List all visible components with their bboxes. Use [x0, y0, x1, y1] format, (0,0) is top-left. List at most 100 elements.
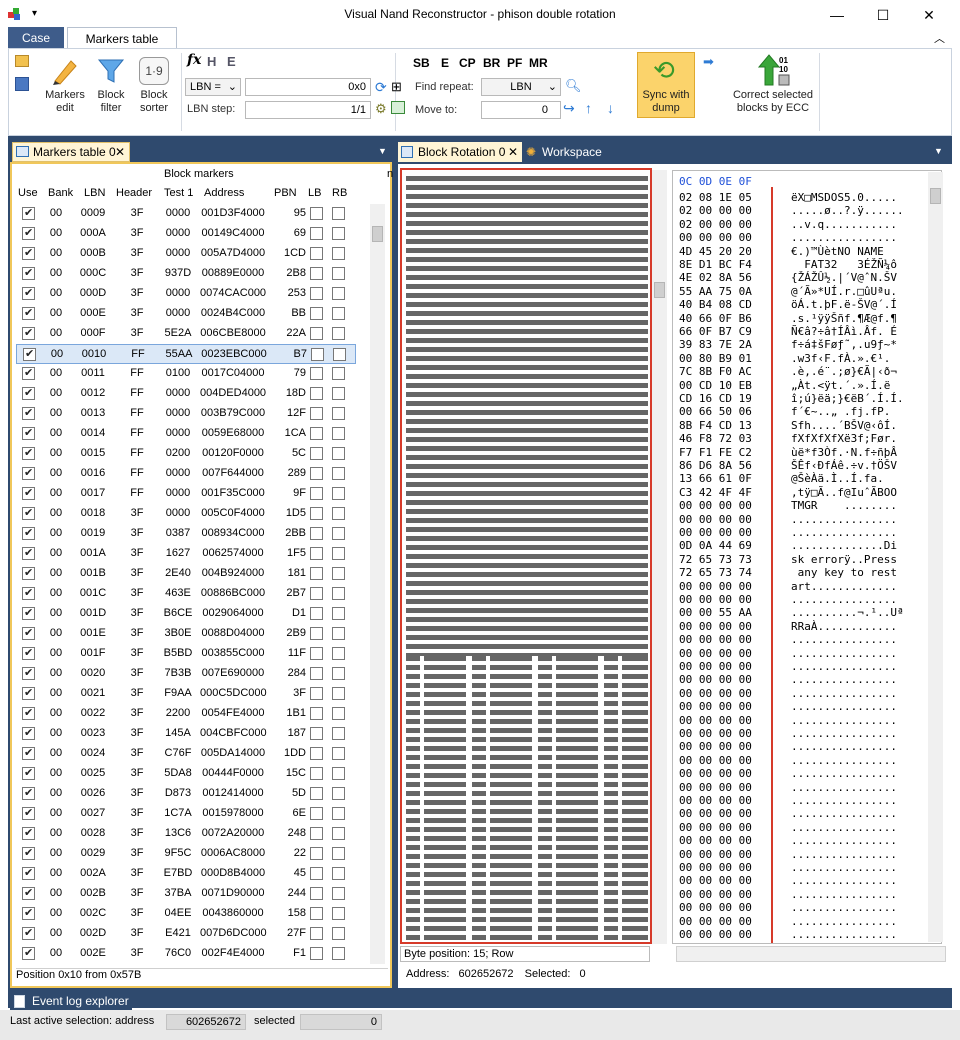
use-checkbox[interactable] [22, 686, 35, 700]
table-row[interactable]: 00 0023 3F 145A004CBFC000187 [16, 724, 356, 744]
hex-ascii[interactable]: sk errorÿ..Press [791, 553, 897, 566]
lbn-cell[interactable]: 0022 [76, 707, 110, 719]
use-checkbox[interactable] [22, 426, 35, 440]
address-cell[interactable]: 00444F0000 [200, 767, 266, 779]
address-cell[interactable]: 0023EBC000 [201, 348, 267, 360]
hex-ascii[interactable]: f´€~..„ .fj.fP. [791, 405, 890, 418]
tab-case[interactable]: Case [8, 27, 64, 49]
use-checkbox[interactable] [22, 766, 35, 780]
address-cell[interactable]: 0029064000 [200, 607, 266, 619]
test1-cell[interactable]: 0000 [158, 467, 198, 479]
hex-bytes[interactable]: 00 00 00 00 [679, 526, 752, 539]
header-cell[interactable]: FF [120, 447, 154, 459]
lb-checkbox[interactable] [310, 667, 323, 680]
rb-checkbox[interactable] [332, 327, 345, 340]
address-cell[interactable]: 005DA14000 [200, 747, 266, 759]
use-checkbox[interactable] [22, 206, 35, 220]
rb-checkbox[interactable] [332, 247, 345, 260]
address-cell[interactable]: 003B79C000 [200, 407, 266, 419]
hex-ascii[interactable]: ................ [791, 915, 897, 928]
hex-ascii[interactable]: ..............Di [791, 539, 897, 552]
address-cell[interactable]: 002F4E4000 [200, 947, 266, 959]
header-cell[interactable]: 3F [120, 887, 154, 899]
test1-cell[interactable]: 0000 [158, 387, 198, 399]
pbn-cell[interactable]: 11F [268, 647, 306, 659]
lb-checkbox[interactable] [310, 327, 323, 340]
lb-checkbox[interactable] [310, 447, 323, 460]
hex-ascii[interactable]: ................ [791, 687, 897, 700]
lb-checkbox[interactable] [310, 527, 323, 540]
hex-bytes[interactable]: 02 00 00 00 [679, 204, 752, 217]
column-header-test1[interactable]: Test 1 [164, 187, 193, 199]
hex-ascii[interactable]: ,tÿ□Ã..f@IuˆÃBOO [791, 486, 897, 499]
lb-checkbox[interactable] [310, 627, 323, 640]
hex-ascii[interactable]: ................ [791, 888, 897, 901]
bank-cell[interactable]: 00 [46, 707, 66, 719]
lb-checkbox[interactable] [310, 427, 323, 440]
hex-bytes[interactable]: 72 65 73 73 [679, 553, 752, 566]
use-checkbox[interactable] [22, 666, 35, 680]
pbn-cell[interactable]: 248 [268, 827, 306, 839]
down-arrow-icon[interactable]: ↓ [607, 100, 614, 116]
sorter-icon[interactable]: 1·9 [139, 57, 169, 85]
header-cell[interactable]: 3F [120, 667, 154, 679]
address-cell[interactable]: 007D6DC000 [200, 927, 267, 939]
use-checkbox[interactable] [22, 886, 35, 900]
address-cell[interactable]: 001D3F4000 [200, 207, 266, 219]
test1-cell[interactable]: 37BA [158, 887, 198, 899]
bank-cell[interactable]: 00 [46, 507, 66, 519]
header-cell[interactable]: 3F [120, 827, 154, 839]
use-checkbox[interactable] [22, 566, 35, 580]
bank-cell[interactable]: 00 [46, 387, 66, 399]
test1-cell[interactable]: 0000 [158, 407, 198, 419]
test1-cell[interactable]: D873 [158, 787, 198, 799]
use-checkbox[interactable] [22, 366, 35, 380]
header-cell[interactable]: FF [120, 487, 154, 499]
test1-cell[interactable]: B6CE [158, 607, 198, 619]
header-cell[interactable]: 3F [120, 647, 154, 659]
use-checkbox[interactable] [22, 646, 35, 660]
hex-bytes[interactable]: CD 16 CD 19 [679, 392, 752, 405]
table-row[interactable]: 00 002C 3F 04EE0043860000158 [16, 904, 356, 924]
hex-bytes[interactable]: 00 00 00 00 [679, 794, 752, 807]
bank-cell[interactable]: 00 [46, 787, 66, 799]
lb-checkbox[interactable] [310, 227, 323, 240]
use-checkbox[interactable] [22, 786, 35, 800]
block-sorter-button[interactable]: Block sorter [133, 89, 175, 115]
hex-bytes[interactable]: 00 00 00 00 [679, 499, 752, 512]
hex-bytes[interactable]: 0D 0A 44 69 [679, 539, 752, 552]
bank-cell[interactable]: 00 [46, 407, 66, 419]
lbn-cell[interactable]: 000D [76, 287, 110, 299]
hex-ascii[interactable]: ................ [791, 861, 897, 874]
use-checkbox[interactable] [22, 286, 35, 300]
pbn-cell[interactable]: 187 [268, 727, 306, 739]
hex-bytes[interactable]: 02 08 1E 05 [679, 191, 752, 204]
use-checkbox[interactable] [22, 606, 35, 620]
address-cell[interactable]: 008934C000 [200, 527, 266, 539]
lbn-cell[interactable]: 002E [76, 947, 110, 959]
hex-ascii[interactable]: ................ [791, 647, 897, 660]
bank-cell[interactable]: 00 [46, 447, 66, 459]
header-cell[interactable]: 3F [120, 927, 154, 939]
address-cell[interactable]: 006CBE8000 [200, 327, 266, 339]
pbn-cell[interactable]: 6E [268, 807, 306, 819]
bank-cell[interactable]: 00 [46, 727, 66, 739]
table-row[interactable]: 00 001C 3F 463E00886BC0002B7 [16, 584, 356, 604]
pbn-cell[interactable]: 22 [268, 847, 306, 859]
test1-cell[interactable]: F9AA [158, 687, 198, 699]
table-row[interactable]: 00 000E 3F 00000024B4C000BB [16, 304, 356, 324]
table-row[interactable]: 0000213FF9AA000C5DC0003F [16, 684, 356, 704]
bank-cell[interactable]: 00 [46, 867, 66, 879]
close-tab-icon[interactable]: ✕ [115, 143, 125, 161]
use-checkbox[interactable] [23, 347, 36, 361]
lb-checkbox[interactable] [310, 567, 323, 580]
header-cell[interactable]: 3F [120, 327, 154, 339]
header-marker-icon[interactable]: H [207, 54, 216, 69]
markers-edit-button[interactable]: Markers edit [41, 89, 89, 115]
hex-ascii[interactable]: {ŽÁŽÛ½.|´V@ˆN.ŠV [791, 271, 897, 284]
hex-ascii[interactable]: ................ [791, 727, 897, 740]
hex-bytes[interactable]: 86 D6 8A 56 [679, 459, 752, 472]
table-icon[interactable] [391, 101, 405, 114]
lb-checkbox[interactable] [310, 867, 323, 880]
table-row[interactable]: 00 000F 3F 5E2A006CBE800022A [16, 324, 356, 344]
